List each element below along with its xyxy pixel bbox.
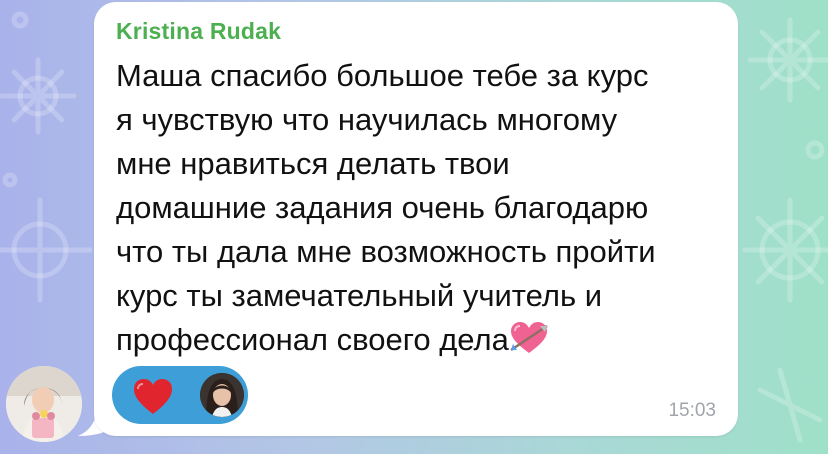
message-line: я чувствую что научилась многому — [116, 102, 618, 137]
message-time: 15:03 — [668, 400, 716, 421]
message-line: профессионал своего дела — [116, 322, 509, 357]
reaction-pill[interactable] — [112, 366, 248, 424]
message-text: Маша спасибо большое тебе за курс я чувст… — [116, 54, 726, 362]
message-line: курс ты замечательный учитель и — [116, 278, 603, 313]
message-line: домашние задания очень благодарю — [116, 190, 649, 225]
message-line: что ты дала мне возможность пройти — [116, 234, 656, 269]
reactor-avatar[interactable] — [200, 373, 244, 417]
heart-with-arrow-icon — [510, 322, 548, 353]
sender-avatar[interactable] — [6, 366, 82, 442]
message-line: Маша спасибо большое тебе за курс — [116, 58, 649, 93]
message-bubble[interactable]: Kristina Rudak Маша спасибо большое тебе… — [94, 2, 738, 436]
sender-portrait — [6, 366, 82, 442]
red-heart-icon — [134, 379, 172, 414]
message-line: мне нравиться делать твои — [116, 146, 510, 181]
reactor-portrait — [200, 373, 244, 417]
sender-name[interactable]: Kristina Rudak — [116, 18, 281, 45]
